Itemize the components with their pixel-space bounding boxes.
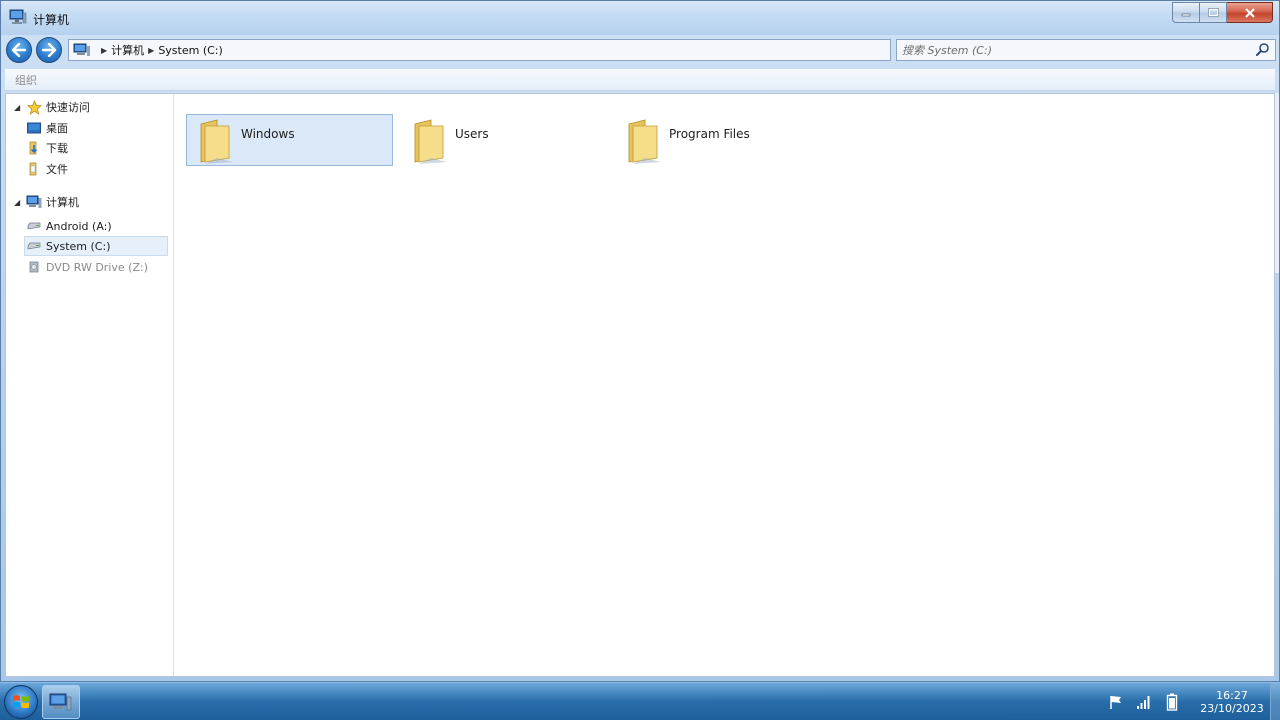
battery-icon[interactable] (1163, 693, 1181, 711)
folder-item-users[interactable]: Users (400, 114, 607, 166)
command-bar: 组织 (5, 69, 1275, 91)
network-signal-icon[interactable] (1135, 693, 1153, 711)
clock-time: 16:27 (1216, 689, 1248, 702)
navigation-row: ▶ 计算机 ▶ System (C:) (1, 35, 1279, 63)
desktop-icon (26, 120, 42, 136)
clock-date: 23/10/2023 (1200, 702, 1264, 715)
computer-icon (49, 693, 72, 711)
tree-label: DVD RW Drive (Z:) (46, 260, 148, 274)
content-area: ◢ 快速访问 桌面 下载 文件 ◢ 计算机 Android (A:) Syste… (5, 93, 1275, 677)
show-desktop-button[interactable] (1270, 683, 1280, 720)
close-icon (1244, 7, 1255, 18)
forward-arrow-icon (41, 43, 57, 57)
computer-icon (73, 43, 90, 56)
tree-item-android-a[interactable]: Android (A:) (6, 216, 170, 236)
breadcrumb-arrow-icon[interactable]: ▶ (101, 46, 107, 55)
minimize-icon (1181, 13, 1191, 16)
tree-item-downloads[interactable]: 下载 (6, 138, 170, 158)
folder-icon (628, 119, 661, 164)
computer-icon (9, 9, 27, 24)
windows-logo-icon (13, 695, 29, 709)
folder-icon (200, 119, 233, 164)
window-title: 计算机 (33, 13, 70, 27)
folder-name: Windows (241, 127, 295, 141)
minimize-button[interactable] (1172, 2, 1200, 23)
tree-label: Android (A:) (46, 219, 112, 233)
taskbar: 16:27 23/10/2023 (0, 682, 1280, 720)
search-icon[interactable] (1255, 42, 1271, 58)
search-input[interactable] (902, 41, 1255, 59)
maximize-icon (1207, 8, 1219, 17)
scrollbar[interactable] (1275, 93, 1279, 273)
computer-icon (26, 194, 42, 210)
start-button[interactable] (4, 685, 38, 719)
close-button[interactable] (1227, 2, 1273, 23)
expand-arrow-icon[interactable]: ◢ (14, 103, 22, 112)
address-bar[interactable]: ▶ 计算机 ▶ System (C:) (68, 39, 891, 61)
maximize-button[interactable] (1200, 2, 1227, 23)
folder-item-windows[interactable]: Windows (186, 114, 393, 166)
caption-buttons (1172, 2, 1273, 23)
dvd-drive-icon (26, 259, 42, 275)
tree-label: 桌面 (46, 122, 68, 135)
flag-icon[interactable] (1107, 693, 1125, 711)
tree-label: 下载 (46, 142, 68, 155)
star-icon (26, 99, 42, 115)
documents-icon (26, 161, 42, 177)
drive-icon (26, 218, 42, 234)
breadcrumb-arrow-icon[interactable]: ▶ (148, 46, 154, 55)
navigation-pane: ◢ 快速访问 桌面 下载 文件 ◢ 计算机 Android (A:) Syste… (6, 94, 174, 676)
back-button[interactable] (6, 37, 32, 63)
tree-item-computer[interactable]: ◢ 计算机 (6, 192, 170, 212)
system-tray: 16:27 23/10/2023 (1102, 683, 1268, 720)
tree-label: 文件 (46, 163, 68, 176)
tree-label: 快速访问 (46, 101, 90, 114)
folder-name: Users (455, 127, 489, 141)
search-box[interactable] (896, 39, 1276, 61)
tree-label: System (C:) (46, 239, 111, 253)
folder-item-program-files[interactable]: Program Files (614, 114, 821, 166)
tree-item-dvd-z[interactable]: DVD RW Drive (Z:) (6, 257, 170, 277)
breadcrumb-computer[interactable]: 计算机 (111, 42, 144, 58)
forward-button[interactable] (36, 37, 62, 63)
folder-icon (414, 119, 447, 164)
tree-label: 计算机 (46, 196, 79, 209)
back-arrow-icon (11, 43, 27, 57)
expand-arrow-icon[interactable]: ◢ (14, 198, 22, 207)
taskbar-explorer-button[interactable] (42, 685, 80, 719)
downloads-icon (26, 140, 42, 156)
tree-item-system-c[interactable]: System (C:) (24, 236, 168, 256)
file-list: Windows Users Program Files (175, 94, 1274, 676)
folder-name: Program Files (669, 127, 750, 141)
organize-menu[interactable]: 组织 (15, 72, 37, 88)
drive-icon (26, 238, 42, 254)
title-bar[interactable]: 计算机 (1, 1, 1279, 35)
tree-item-documents[interactable]: 文件 (6, 159, 170, 179)
tree-item-desktop[interactable]: 桌面 (6, 118, 170, 138)
breadcrumb-system-c[interactable]: System (C:) (158, 44, 223, 57)
tree-item-quick-access[interactable]: ◢ 快速访问 (6, 97, 170, 117)
explorer-window: 计算机 ▶ 计算机 ▶ System (C:) 搜索 System (C:) 组… (0, 0, 1280, 682)
clock[interactable]: 16:27 23/10/2023 (1196, 689, 1268, 715)
